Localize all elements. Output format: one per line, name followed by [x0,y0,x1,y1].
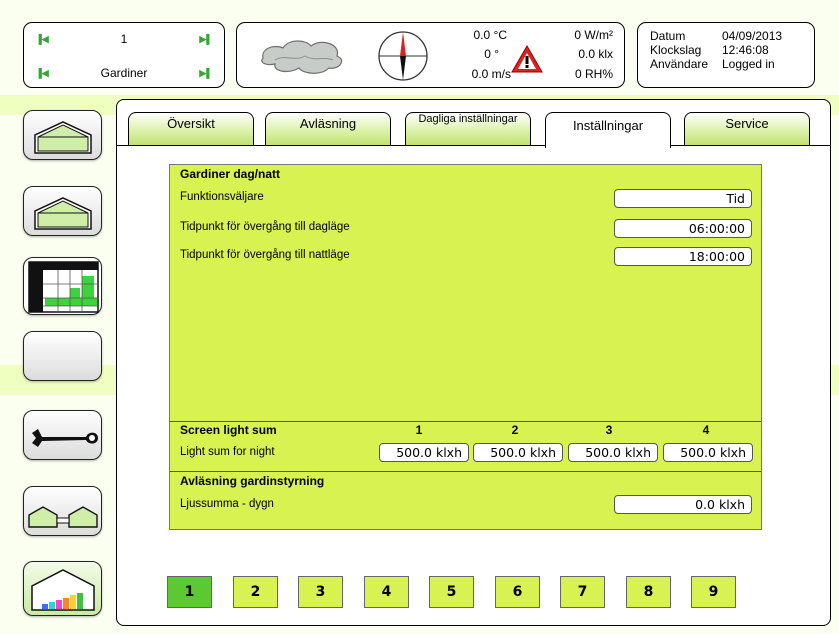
light-sum-day-label: Ljussumma - dygn [180,498,274,510]
sidebar-item-blank[interactable] [23,331,102,381]
page-button-7[interactable]: 7 [560,576,605,608]
column-header: 1 [415,423,423,437]
settings-panel: Gardiner dag/natt Funktionsväljare Tid T… [169,164,762,530]
date-label: Datum [650,29,686,43]
light-sum-section-title: Screen light sum [180,423,277,437]
nav-index: 1 [120,32,128,46]
light-value: 0.0 klx [578,47,613,61]
user-label: Användare [650,57,709,71]
sidebar-item-greenhouse-1[interactable] [23,110,102,160]
light-sum-field-3[interactable]: 500.0 klxh [568,443,658,462]
sidebar-item-connected[interactable] [23,486,102,536]
weather-box[interactable]: 0.0 °C 0 ° 0.0 m/s 0 W/m² 0.0 klx 0 RH% [236,22,625,88]
wind-direction-icon [378,31,428,81]
nav-section: Gardiner [100,66,148,80]
light-sum-field-4[interactable]: 500.0 klxh [663,443,753,462]
wrench-icon [32,429,98,447]
light-sum-day-field: 0.0 klxh [614,495,752,514]
warning-icon[interactable] [510,44,544,74]
radiation-value: 0 W/m² [574,28,613,42]
sidebar-item-service[interactable] [23,410,102,460]
page-button-3[interactable]: 3 [298,576,343,608]
day-transition-label: Tidpunkt för övergång till dagläge [180,221,350,233]
page-button-6[interactable]: 6 [495,576,540,608]
night-transition-label: Tidpunkt för övergång till nattläge [180,249,350,261]
time-value: 12:46:08 [722,43,769,57]
page-button-1[interactable]: 1 [167,576,212,608]
function-selector-field[interactable]: Tid [614,189,752,208]
sidebar-item-greenhouse-2[interactable] [23,186,102,236]
time-label: Klockslag [650,43,702,57]
light-sum-field-1[interactable]: 500.0 klxh [379,443,469,462]
reading-section-title: Avläsning gardinstyrning [180,474,325,488]
tab-installningar[interactable]: Inställningar [545,112,671,148]
temperature-value: 0.0 °C [473,28,507,42]
date-value: 04/09/2013 [722,29,783,43]
divider [170,421,761,422]
tab-divider [117,145,830,146]
page-button-9[interactable]: 9 [691,576,736,608]
user-value: Logged in [722,57,775,71]
nav-box: ▐◀ 1 ▶▌ ▐◀ Gardiner ▶▌ [23,22,225,88]
next-icon[interactable]: ▶▌ [196,34,216,45]
page-button-8[interactable]: 8 [626,576,671,608]
tab-dagliga-installningar[interactable]: Dagliga inställningar [405,112,531,146]
prev-icon[interactable]: ▐◀ [32,68,52,79]
page-button-2[interactable]: 2 [233,576,278,608]
last-icon[interactable]: ▶▌ [196,68,216,79]
column-header: 2 [511,423,519,437]
greenhouse-bar-chart-icon [31,569,95,611]
sidebar-item-schedule[interactable] [23,257,102,315]
tab-service[interactable]: Service [684,112,810,146]
light-sum-field-2[interactable]: 500.0 klxh [473,443,563,462]
connected-greenhouses-icon [28,506,98,528]
function-selector-label: Funktionsväljare [180,191,264,203]
first-icon[interactable]: ▐◀ [32,34,52,45]
column-header: 4 [702,423,710,437]
sidebar-item-statistics[interactable] [23,561,102,616]
cloud-icon [261,40,343,74]
tab-oversikt[interactable]: Översikt [128,112,254,146]
humidity-value: 0 RH% [574,67,613,81]
page-button-4[interactable]: 4 [364,576,409,608]
tab-avlasning[interactable]: Avläsning [265,112,391,146]
divider [170,471,761,472]
wind-speed-value: 0.0 m/s [471,67,511,81]
table-chart-icon [28,261,99,313]
greenhouse-icon [34,197,92,230]
day-transition-field[interactable]: 06:00:00 [614,219,752,238]
light-sum-night-label: Light sum for night [180,446,275,458]
wind-direction-value: 0 ° [484,47,499,61]
greenhouse-icon [34,121,92,154]
page-button-5[interactable]: 5 [429,576,474,608]
night-transition-field[interactable]: 18:00:00 [614,247,752,266]
info-box: Datum 04/09/2013 Klockslag 12:46:08 Använd… [637,22,815,88]
column-header: 3 [605,423,613,437]
curtains-section-title: Gardiner dag/natt [180,167,281,181]
